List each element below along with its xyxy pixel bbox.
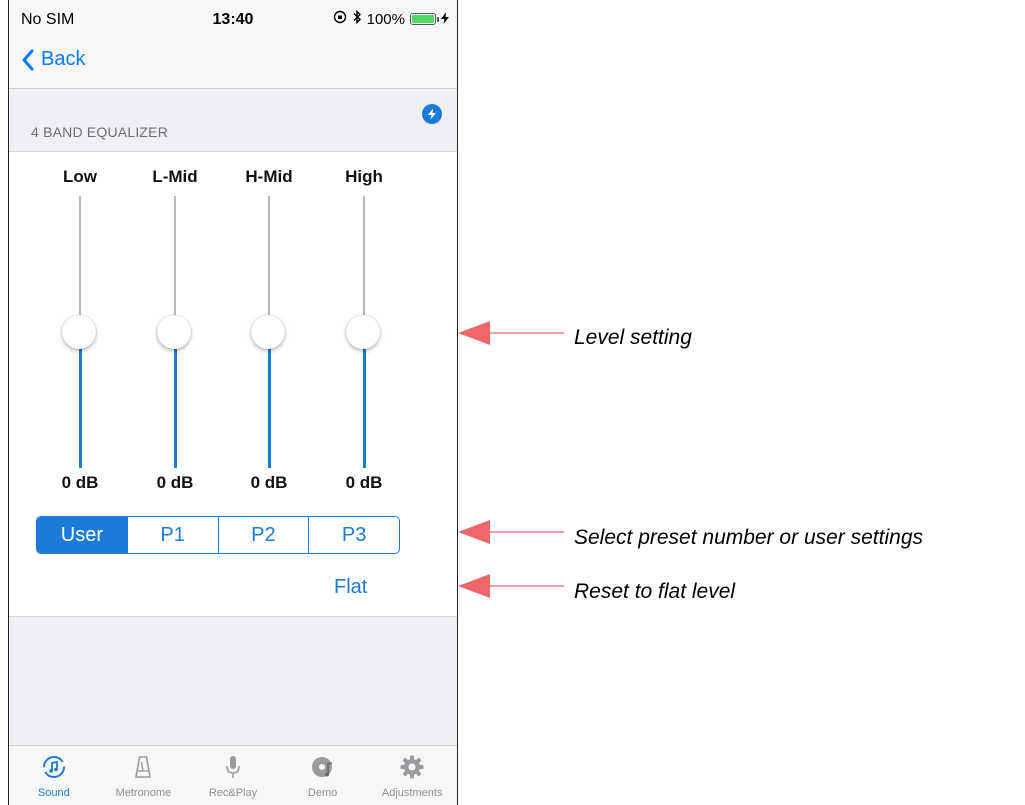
tab-adjustments[interactable]: Adjustments (367, 746, 457, 805)
slider-track-lower (268, 332, 271, 468)
section-header: 4 BAND EQUALIZER (31, 124, 169, 140)
slider-l-mid[interactable] (155, 196, 195, 468)
band-value-low: 0 dB (61, 473, 99, 492)
charging-icon (441, 11, 449, 28)
slider-track-upper (174, 196, 176, 332)
band-value-high: 0 dB (345, 473, 383, 492)
annotation-level-setting: Level setting (574, 326, 692, 349)
tab-rec-play[interactable]: Rec&Play (188, 746, 278, 805)
slider-track-lower (174, 332, 177, 468)
battery-icon (410, 13, 439, 25)
preset-p3[interactable]: P3 (309, 517, 399, 553)
battery-percent: 100% (366, 10, 405, 28)
gear-icon (398, 753, 426, 781)
band-label-low: Low (63, 167, 97, 186)
tab-label: Metronome (115, 787, 172, 799)
arrow-icon (458, 321, 564, 345)
lightning-icon[interactable] (422, 104, 442, 124)
tab-label: Demo (307, 787, 338, 799)
slider-h-mid[interactable] (249, 196, 289, 468)
tab-demo[interactable]: Demo (278, 746, 368, 805)
slider-track-lower (79, 332, 82, 468)
slider-thumb[interactable] (251, 315, 285, 349)
band-value-h-mid: 0 dB (250, 473, 288, 492)
tab-label: Adjustments (381, 787, 443, 799)
tab-sound[interactable]: Sound (9, 746, 99, 805)
slider-track-upper (79, 196, 81, 332)
back-button[interactable]: Back (21, 48, 85, 71)
chevron-left-icon (22, 49, 34, 70)
annotation-reset: Reset to flat level (574, 580, 736, 603)
phone-screen: No SIM 13:40 100% Back 4 BAND EQUALIZER … (8, 0, 458, 805)
navigation-bar: Back (9, 40, 457, 89)
band-label-h-mid: H-Mid (245, 167, 293, 186)
bluetooth-icon (352, 9, 362, 28)
sound-icon (40, 753, 68, 781)
status-bar: No SIM 13:40 100% (9, 0, 457, 40)
tab-metronome[interactable]: Metronome (99, 746, 189, 805)
preset-p1[interactable]: P1 (128, 517, 219, 553)
rotation-lock-icon (333, 10, 347, 28)
annotation-preset: Select preset number or user settings (574, 526, 924, 549)
band-value-l-mid: 0 dB (156, 473, 194, 492)
tab-label: Sound (37, 787, 70, 799)
back-label: Back (41, 48, 86, 70)
microphone-icon (219, 753, 247, 781)
preset-p2[interactable]: P2 (219, 517, 310, 553)
slider-thumb[interactable] (346, 315, 380, 349)
tab-bar: Sound Metronome Rec&Play Demo Adjustment… (9, 745, 457, 805)
preset-selector[interactable]: User P1 P2 P3 (36, 516, 400, 554)
metronome-icon (129, 753, 157, 781)
slider-track-upper (268, 196, 270, 332)
band-label-high: High (345, 167, 383, 186)
flat-button[interactable]: Flat (334, 576, 367, 599)
status-indicators: 100% (333, 9, 449, 28)
slider-low[interactable] (60, 196, 100, 468)
arrow-icon (458, 574, 564, 598)
band-label-l-mid: L-Mid (152, 167, 198, 186)
slider-track-upper (363, 196, 365, 332)
slider-thumb[interactable] (157, 315, 191, 349)
slider-track-lower (363, 332, 366, 468)
demo-disc-icon (309, 753, 337, 781)
equalizer-panel: Low L-Mid H-Mid High 0 dB 0 dB 0 dB 0 dB (9, 151, 457, 617)
arrow-icon (458, 520, 564, 544)
preset-user[interactable]: User (37, 517, 128, 553)
slider-high[interactable] (344, 196, 384, 468)
tab-label: Rec&Play (208, 787, 258, 799)
slider-thumb[interactable] (62, 315, 96, 349)
